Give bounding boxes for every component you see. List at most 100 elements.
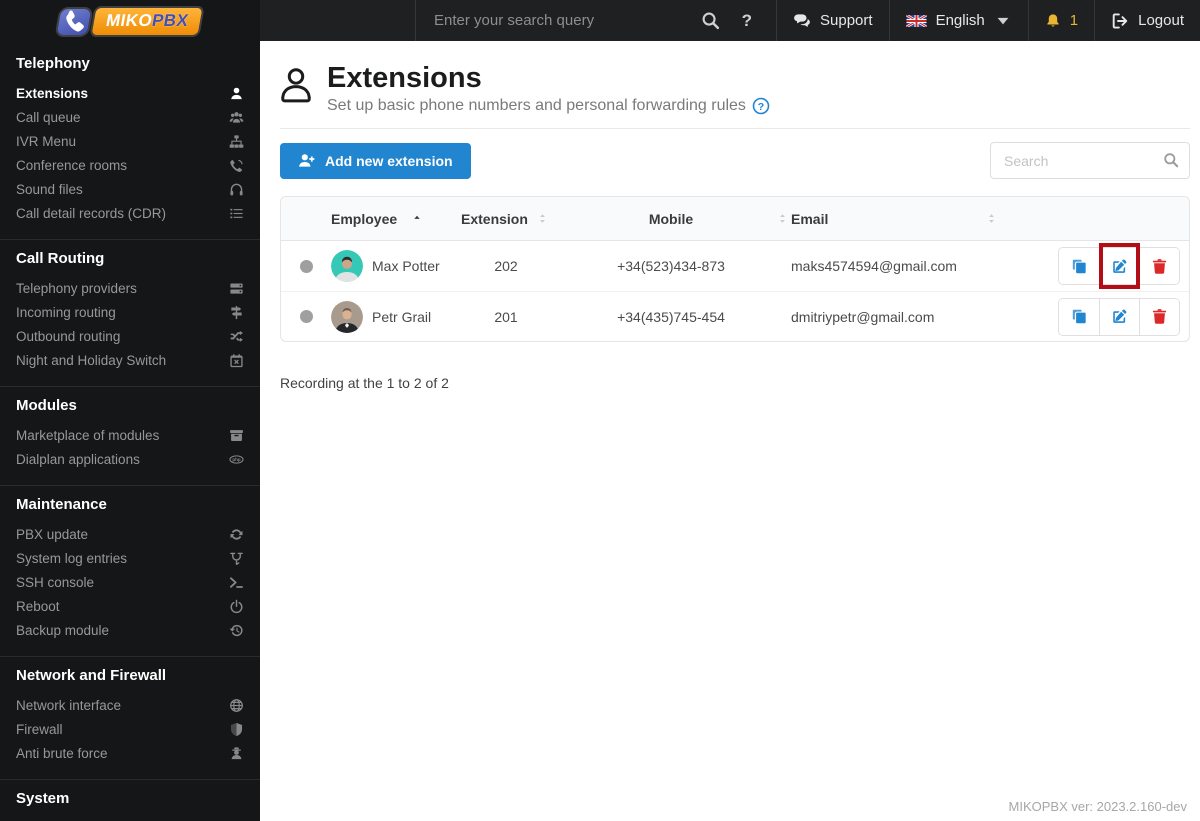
- sidebar-item-reboot[interactable]: Reboot: [16, 594, 244, 618]
- column-header-employee[interactable]: Employee: [331, 211, 461, 227]
- copy-extension-button[interactable]: [1059, 248, 1099, 284]
- global-search-input[interactable]: [432, 11, 685, 30]
- status-dot: [299, 259, 313, 273]
- page-subtitle: Set up basic phone numbers and personal …: [327, 97, 770, 115]
- phone-volume-icon: [229, 158, 244, 173]
- sidebar-section-network-and-firewall: Network and Firewall Network interface Fir…: [0, 656, 260, 779]
- sidebar-item-label: Extensions: [16, 85, 89, 101]
- version-label: MIKOPBX ver: 2023.2.160-dev: [1008, 799, 1187, 814]
- sidebar-item-label: PBX update: [16, 526, 89, 542]
- headphones-icon: [229, 182, 244, 197]
- sidebar-section-title: System: [16, 790, 70, 807]
- sitemap-icon: [229, 134, 244, 149]
- sidebar-item-call-detail-records-cdr[interactable]: Call detail records (CDR): [16, 201, 244, 225]
- main-content: Extensions Set up basic phone numbers an…: [260, 41, 1200, 821]
- email-address: dmitriypetr@gmail.com: [791, 308, 935, 325]
- sidebar-item-ivr-menu[interactable]: IVR Menu: [16, 129, 244, 153]
- table-body: Max Potter 202 +34(523)434-873 maks4574594@…: [281, 241, 1189, 341]
- table-search-input[interactable]: [990, 142, 1190, 179]
- mikopbx-logo[interactable]: MIKOPBX: [0, 0, 260, 41]
- sidebar-item-sound-files[interactable]: Sound files: [16, 177, 244, 201]
- delete-extension-button[interactable]: [1139, 248, 1179, 284]
- sidebar-item-extensions[interactable]: Extensions: [16, 81, 244, 105]
- sidebar-section-title: Telephony: [16, 55, 90, 72]
- copy-extension-button[interactable]: [1059, 298, 1099, 335]
- column-label: Extension: [461, 210, 528, 227]
- sidebar-item-general-settings[interactable]: General settings: [16, 816, 244, 821]
- history-icon: [229, 623, 244, 638]
- sidebar-section-telephony: Telephony Extensions Call queue IVR Menu Con…: [0, 45, 260, 239]
- trash-icon: [1151, 308, 1168, 325]
- sidebar-item-outbound-routing[interactable]: Outbound routing: [16, 324, 244, 348]
- sidebar-item-label: System log entries: [16, 550, 128, 566]
- svg-text:?: ?: [758, 101, 764, 113]
- sidebar-section-title: Modules: [16, 397, 77, 414]
- calendar-times-icon: [229, 353, 244, 368]
- uk-flag-icon: [905, 14, 927, 27]
- column-header-extension[interactable]: Extension: [461, 211, 551, 227]
- language-selector[interactable]: English: [888, 0, 1028, 41]
- sidebar-item-dialplan-applications[interactable]: Dialplan applications php: [16, 447, 244, 471]
- sidebar-item-firewall[interactable]: Firewall: [16, 717, 244, 741]
- table-header: Employee Extension Mobile Email: [281, 197, 1189, 241]
- user-icon: [229, 86, 244, 101]
- edit-extension-button[interactable]: [1099, 298, 1139, 335]
- help-icon[interactable]: ?: [736, 11, 758, 31]
- sidebar-item-incoming-routing[interactable]: Incoming routing: [16, 300, 244, 324]
- sidebar-item-label: Anti brute force: [16, 745, 108, 761]
- sidebar-item-label: IVR Menu: [16, 133, 77, 149]
- sidebar-item-label: Sound files: [16, 181, 83, 197]
- employee-name: Petr Grail: [372, 308, 432, 325]
- add-extension-button[interactable]: Add new extension: [280, 142, 471, 179]
- sidebar-section-title: Maintenance: [16, 496, 107, 513]
- sidebar-item-telephony-providers[interactable]: Telephony providers: [16, 276, 244, 300]
- sidebar-item-label: Firewall: [16, 721, 63, 737]
- sidebar-item-system-log-entries[interactable]: System log entries: [16, 546, 244, 570]
- sidebar-item-label: Incoming routing: [16, 304, 116, 320]
- sidebar-item-network-interface[interactable]: Network interface: [16, 693, 244, 717]
- random-icon: [229, 329, 244, 344]
- sidebar-item-label: Call queue: [16, 109, 81, 125]
- brand-name-secondary: PBX: [150, 11, 191, 30]
- edit-extension-button[interactable]: [1099, 243, 1140, 289]
- user-plus-icon: [298, 152, 315, 169]
- sidebar-item-night-and-holiday-switch[interactable]: Night and Holiday Switch: [16, 348, 244, 372]
- status-dot: [299, 310, 313, 323]
- sidebar-item-label: Conference rooms: [16, 157, 128, 173]
- employee-name: Max Potter: [372, 258, 440, 274]
- sidebar-section-system: System General settings: [0, 779, 260, 821]
- column-header-mobile[interactable]: Mobile: [551, 211, 791, 227]
- sidebar-section-call-routing: Call Routing Telephony providers Incoming …: [0, 239, 260, 386]
- sidebar-item-pbx-update[interactable]: PBX update: [16, 522, 244, 546]
- sidebar-item-ssh-console[interactable]: SSH console: [16, 570, 244, 594]
- column-header-email[interactable]: Email: [791, 211, 1053, 227]
- logout-button[interactable]: Logout: [1094, 0, 1200, 41]
- app-root: MIKOPBX Telephony Extensions Call queue IVR…: [0, 0, 1200, 821]
- edit-icon: [1111, 308, 1128, 325]
- search-icon[interactable]: [701, 11, 720, 30]
- sidebar-section-title: Call Routing: [16, 250, 105, 267]
- delete-extension-button[interactable]: [1139, 298, 1179, 335]
- notifications-button[interactable]: 1: [1027, 0, 1094, 41]
- language-label: English: [935, 12, 985, 29]
- employee-cell: Max Potter: [331, 250, 461, 282]
- server-icon: [229, 281, 244, 296]
- sidebar-nav: Telephony Extensions Call queue IVR Menu Con…: [0, 41, 260, 821]
- sidebar-item-label: Telephony providers: [16, 280, 137, 296]
- sidebar-item-conference-rooms[interactable]: Conference rooms: [16, 153, 244, 177]
- table-search-icon[interactable]: [1163, 152, 1179, 168]
- page-header: Extensions Set up basic phone numbers an…: [280, 63, 1190, 129]
- sidebar-item-call-queue[interactable]: Call queue: [16, 105, 244, 129]
- sidebar-item-label: Call detail records (CDR): [16, 205, 167, 221]
- sidebar-item-anti-brute-force[interactable]: Anti brute force: [16, 741, 244, 765]
- copy-icon: [1071, 258, 1088, 275]
- sidebar-item-backup-module[interactable]: Backup module: [16, 618, 244, 642]
- status-cell: [281, 259, 331, 273]
- support-button[interactable]: Support: [776, 0, 889, 41]
- sidebar-item-marketplace-of-modules[interactable]: Marketplace of modules: [16, 423, 244, 447]
- sort-icon: [776, 212, 789, 225]
- row-action-group: [1058, 297, 1180, 336]
- subtitle-help-icon[interactable]: ?: [752, 97, 770, 115]
- page-subtitle-text: Set up basic phone numbers and personal …: [327, 97, 746, 114]
